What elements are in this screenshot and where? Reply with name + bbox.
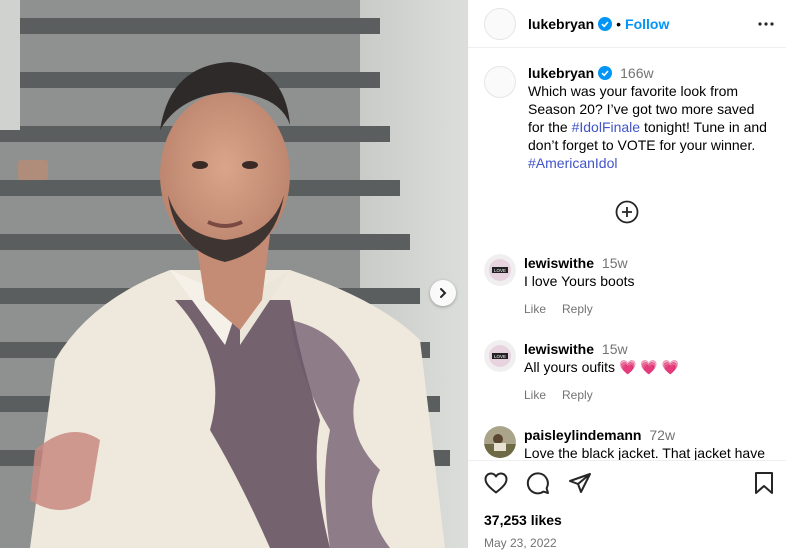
comment-like-button[interactable]: Like xyxy=(524,386,546,404)
next-photo-button[interactable] xyxy=(430,280,456,306)
comment-body: paisleylindemann 72w Love the black jack… xyxy=(524,426,765,460)
post-actions xyxy=(468,461,786,500)
comment-timestamp: 15w xyxy=(601,341,628,357)
comment-timestamp: 15w xyxy=(601,255,628,271)
post-caption: lukebryan 166w Which was your favorite lo… xyxy=(468,48,786,172)
comment-emoji: 💗 💗 💗 xyxy=(618,359,680,375)
commenter-avatar[interactable]: LOVE xyxy=(484,254,516,286)
comment-timestamp: 72w xyxy=(649,427,676,443)
comment-actions: Like Reply xyxy=(524,300,635,318)
commenter-avatar[interactable] xyxy=(484,426,516,458)
post-header: lukebryan • Follow xyxy=(468,0,786,48)
svg-text:LOVE: LOVE xyxy=(494,268,506,273)
author-avatar[interactable] xyxy=(484,7,516,40)
comment-reply-button[interactable]: Reply xyxy=(562,386,593,404)
caption-avatar[interactable] xyxy=(484,66,516,98)
comment-username[interactable]: lewiswithe xyxy=(524,341,594,357)
comments-scroll-area[interactable]: lukebryan 166w Which was your favorite lo… xyxy=(468,48,786,460)
chevron-right-icon xyxy=(440,288,447,298)
comment-text: All yours oufits xyxy=(524,359,616,375)
post-photo[interactable] xyxy=(0,0,467,548)
post-date: May 23, 2022 xyxy=(484,536,557,550)
comment-username[interactable]: paisleylindemann xyxy=(524,427,641,443)
share-icon[interactable] xyxy=(568,471,592,500)
likes-count[interactable]: 37,253 likes xyxy=(468,500,786,528)
post-modal: lukebryan • Follow lukebryan 166w Which w… xyxy=(0,0,786,550)
load-more-comments-button[interactable] xyxy=(468,200,786,224)
follow-button[interactable]: Follow xyxy=(625,16,669,32)
caption-username[interactable]: lukebryan xyxy=(528,65,594,81)
comment-text: I love Yours boots xyxy=(524,273,635,289)
comment-username[interactable]: lewiswithe xyxy=(524,255,594,271)
comment-icon[interactable] xyxy=(526,471,550,500)
verified-badge-icon xyxy=(598,16,613,31)
caption-timestamp: 166w xyxy=(620,65,654,81)
separator-dot: • xyxy=(616,15,622,32)
comment-actions: Like Reply xyxy=(524,386,679,404)
bookmark-icon[interactable] xyxy=(754,471,774,500)
caption-body: lukebryan 166w Which was your favorite lo… xyxy=(528,64,770,172)
more-options-icon[interactable] xyxy=(758,21,774,26)
comment-body: lewiswithe 15w I love Yours boots Like R… xyxy=(524,254,635,318)
comment-item: LOVE lewiswithe 15w I love Yours boots L… xyxy=(468,254,786,318)
heart-icon[interactable] xyxy=(484,472,508,499)
verified-badge-icon xyxy=(598,66,613,80)
comment-reply-button[interactable]: Reply xyxy=(562,300,593,318)
svg-text:LOVE: LOVE xyxy=(494,354,506,359)
comment-item: paisleylindemann 72w Love the black jack… xyxy=(468,426,786,460)
author-username[interactable]: lukebryan xyxy=(528,16,594,32)
comment-like-button[interactable]: Like xyxy=(524,300,546,318)
hashtag-americanidol[interactable]: #AmericanIdol xyxy=(528,155,618,171)
photo-image xyxy=(0,0,467,548)
comment-item: LOVE lewiswithe 15w All yours oufits 💗 💗… xyxy=(468,340,786,404)
commenter-avatar[interactable]: LOVE xyxy=(484,340,516,372)
comment-body: lewiswithe 15w All yours oufits 💗 💗 💗 Li… xyxy=(524,340,679,404)
post-footer: 37,253 likes May 23, 2022 xyxy=(468,460,786,550)
hashtag-idolfinale[interactable]: #IdolFinale xyxy=(572,119,641,135)
post-side-panel: lukebryan • Follow lukebryan 166w Which w… xyxy=(467,0,786,550)
add-circle-icon xyxy=(615,200,639,224)
comment-text: Love the black jacket. That jacket have xyxy=(524,445,765,460)
